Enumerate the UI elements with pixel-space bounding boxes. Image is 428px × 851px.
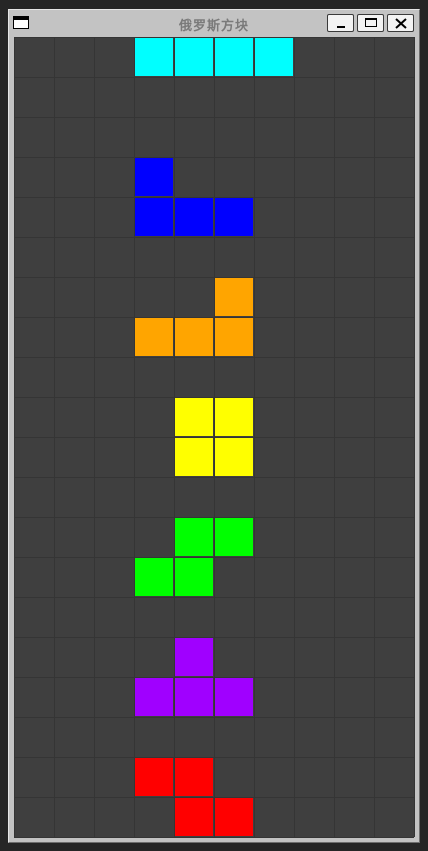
minimize-icon [337,26,345,28]
grid-line [14,797,414,798]
grid-line [14,357,414,358]
grid-line [14,157,414,158]
maximize-button[interactable] [357,14,384,32]
tetromino-o-block [175,398,213,436]
grid-line [14,77,414,78]
tetromino-z-block [175,758,213,796]
tetromino-o-block [215,398,253,436]
tetromino-j-block [135,158,173,196]
tetromino-o-block [175,438,213,476]
grid-line [14,517,414,518]
tetromino-s-block [135,558,173,596]
grid-line [414,37,415,837]
grid-line [14,717,414,718]
grid-line [14,277,414,278]
tetromino-t-block [215,678,253,716]
tetromino-t-block [175,678,213,716]
grid-line [14,317,414,318]
tetromino-t-block [175,638,213,676]
grid-line [14,197,414,198]
grid-line [14,237,414,238]
tetromino-s-block [215,518,253,556]
grid-line [14,677,414,678]
tetromino-s-block [175,518,213,556]
tetromino-z-block [135,758,173,796]
tetromino-l-block [215,318,253,356]
tetromino-j-block [215,198,253,236]
grid-line [14,397,414,398]
tetromino-j-block [175,198,213,236]
grid-line [14,37,414,38]
tetromino-l-block [215,278,253,316]
grid-line [14,117,414,118]
grid-line [14,837,414,838]
game-board[interactable] [14,37,415,838]
tetromino-l-block [175,318,213,356]
tetromino-i-block [255,38,293,76]
grid-line [14,437,414,438]
title-bar[interactable]: 俄罗斯方块 [9,10,419,37]
tetromino-i-block [175,38,213,76]
tetromino-s-block [175,558,213,596]
tetromino-z-block [175,798,213,836]
tetromino-t-block [135,678,173,716]
tetromino-j-block [135,198,173,236]
close-icon [395,18,407,29]
close-button[interactable] [387,14,414,32]
grid-line [14,557,414,558]
tetromino-z-block [215,798,253,836]
tetromino-i-block [215,38,253,76]
grid-line [14,477,414,478]
tetromino-i-block [135,38,173,76]
grid-line [14,757,414,758]
tetromino-o-block [215,438,253,476]
minimize-button[interactable] [327,14,354,32]
maximize-icon [365,18,377,27]
grid-line [14,597,414,598]
grid-line [14,637,414,638]
tetromino-l-block [135,318,173,356]
